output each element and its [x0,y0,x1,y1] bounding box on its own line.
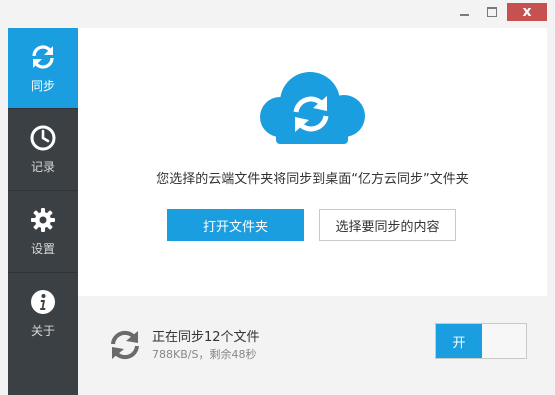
sidebar: 同步 记录 设置 关于 [8,28,78,395]
sidebar-item-label: 记录 [30,159,55,174]
sync-status-title: 正在同步12个文件 [152,330,260,345]
sync-toggle[interactable]: 开 [435,323,527,359]
minimize-button[interactable] [452,3,476,21]
close-button[interactable]: x [507,3,547,21]
sidebar-item-label: 设置 [30,241,55,256]
sync-icon [32,44,54,69]
minimize-icon [459,14,469,16]
sync-description: 您选择的云端文件夹将同步到桌面“亿方云同步”文件夹 [156,172,469,187]
clock-icon [30,125,56,150]
app-window: x 同步 记录 设置 关于 您选择的云端文件夹将同步到桌面“亿方云同步”文件夹 … [0,0,555,395]
title-bar: x [0,0,555,28]
maximize-icon [487,7,497,17]
maximize-button[interactable] [480,3,504,21]
sync-status-speed: 788KB/S，剩余48秒 [152,348,257,361]
sidebar-item-settings[interactable]: 设置 [8,191,78,271]
info-icon [31,289,55,314]
sidebar-item-sync[interactable]: 同步 [8,28,78,108]
gear-icon [31,207,55,232]
sync-status-bar: 正在同步12个文件 788KB/S，剩余48秒 开 [78,296,547,395]
close-icon: x [522,4,532,20]
sidebar-item-label: 同步 [30,78,55,93]
main-panel: 您选择的云端文件夹将同步到桌面“亿方云同步”文件夹 打开文件夹 选择要同步的内容 [78,28,547,296]
open-folder-button[interactable]: 打开文件夹 [167,209,304,241]
syncing-icon [111,330,139,360]
choose-sync-content-button[interactable]: 选择要同步的内容 [319,209,456,241]
cloud-sync-icon [260,72,365,144]
sidebar-item-history[interactable]: 记录 [8,109,78,189]
toggle-on-label: 开 [436,324,482,358]
toggle-off-side [482,324,526,358]
sidebar-item-label: 关于 [30,323,55,338]
sidebar-item-about[interactable]: 关于 [8,273,78,353]
